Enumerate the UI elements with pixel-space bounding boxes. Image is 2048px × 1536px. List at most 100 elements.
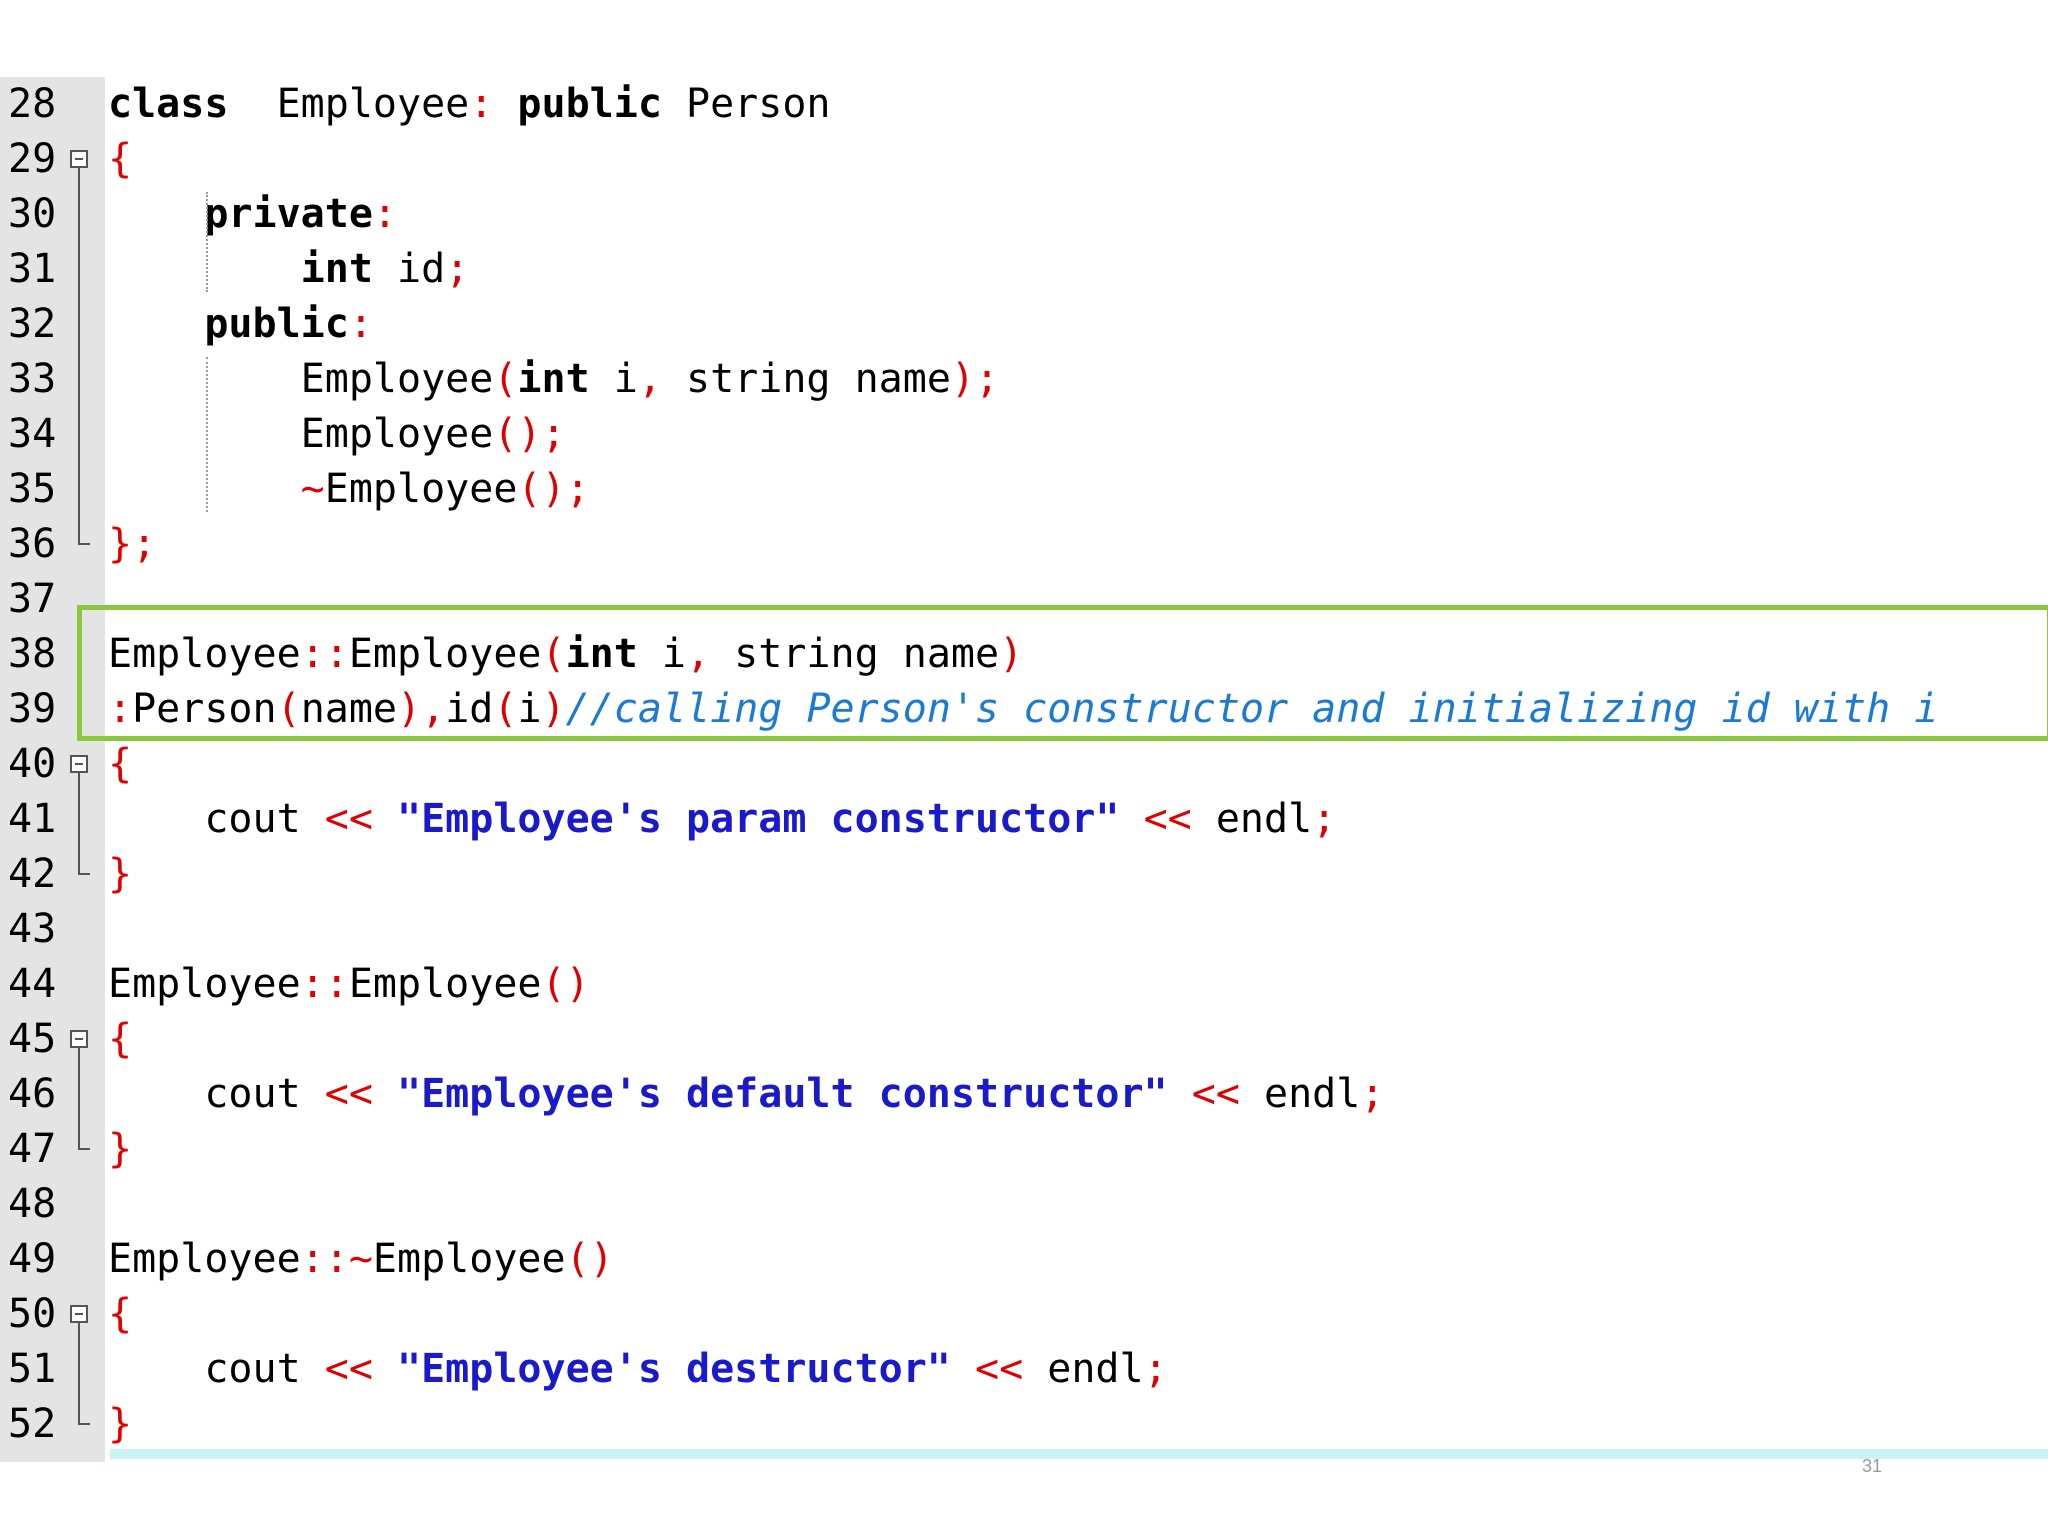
line-number: 51 — [8, 1346, 57, 1392]
line-number: 33 — [8, 356, 57, 402]
code-line: 45 { — [0, 1012, 2048, 1067]
code-text: public: — [108, 297, 373, 352]
code-token: ( — [493, 356, 518, 402]
code-token: cout — [108, 796, 325, 842]
code-line: 49 Employee::~Employee() — [0, 1232, 2048, 1287]
line-number: 40 — [8, 741, 57, 787]
code-token: Employee — [228, 81, 470, 127]
code-token: "Employee's param constructor" — [372, 796, 1120, 842]
fold-end-marker — [78, 861, 90, 875]
line-number: 43 — [8, 906, 57, 952]
line-number: 35 — [8, 466, 57, 512]
code-line: 52} — [0, 1397, 2048, 1452]
code-token: } — [108, 851, 133, 897]
code-line: 51 cout << "Employee's destructor" << en… — [0, 1342, 2048, 1397]
code-token: Employee — [324, 466, 518, 512]
code-line: 44 Employee::Employee() — [0, 957, 2048, 1012]
code-token: int — [300, 246, 373, 292]
code-token: (); — [493, 411, 566, 457]
line-number: 36 — [8, 521, 57, 567]
code-line: 29 { — [0, 132, 2048, 187]
fold-end-marker — [78, 531, 90, 545]
code-line: 46 cout << "Employee's default construct… — [0, 1067, 2048, 1122]
code-line: 50 { — [0, 1287, 2048, 1342]
code-line: 47} — [0, 1122, 2048, 1177]
fold-toggle-icon[interactable] — [70, 150, 88, 168]
code-text: { — [108, 1287, 132, 1342]
line-number: 32 — [8, 301, 57, 347]
code-text: int id; — [108, 242, 470, 297]
code-line: 28 class Employee: public Person — [0, 77, 2048, 132]
code-editor[interactable]: 28 class Employee: public Person 29 {30 pri… — [0, 77, 2048, 1462]
code-line: 35 ~Employee(); — [0, 462, 2048, 517]
line-number: 42 — [8, 851, 57, 897]
code-token: , — [637, 356, 662, 402]
page-number: 31 — [1862, 1456, 1883, 1476]
code-line: 43 — [0, 902, 2048, 957]
code-text: Employee::Employee() — [108, 957, 590, 1012]
code-text: } — [108, 1397, 132, 1452]
code-token: public — [204, 301, 349, 347]
code-line: 41 cout << "Employee's param constructor… — [0, 792, 2048, 847]
code-token: Employee — [372, 1236, 566, 1282]
code-text: }; — [108, 517, 156, 572]
indent-guide — [206, 192, 208, 292]
code-token: () — [565, 1236, 614, 1282]
code-text: { — [108, 737, 132, 792]
code-token: ); — [950, 356, 1000, 402]
code-token: << — [324, 1346, 373, 1392]
code-token: { — [108, 1016, 133, 1062]
code-token: ; — [1360, 1071, 1385, 1117]
code-token: Employee — [108, 961, 301, 1007]
fold-end-marker — [78, 1411, 90, 1425]
code-text: ~Employee(); — [108, 462, 590, 517]
code-line: 42} — [0, 847, 2048, 902]
line-number: 28 — [8, 81, 57, 127]
code-text: Employee(); — [108, 407, 566, 462]
code-token: ; — [1312, 796, 1337, 842]
line-number: 49 — [8, 1236, 57, 1282]
code-token: Employee — [108, 356, 494, 402]
fold-toggle-icon[interactable] — [70, 1030, 88, 1048]
code-token: } — [108, 1401, 133, 1447]
code-line: 48 — [0, 1177, 2048, 1232]
line-number: 39 — [8, 686, 57, 732]
fold-line — [78, 1323, 80, 1421]
code-token: :: — [300, 1236, 349, 1282]
line-number: 38 — [8, 631, 57, 677]
line-number: 45 — [8, 1016, 57, 1062]
line-number: 48 — [8, 1181, 57, 1227]
code-text: Employee::~Employee() — [108, 1232, 614, 1287]
line-number: 52 — [8, 1401, 57, 1447]
line-number: 50 — [8, 1291, 57, 1337]
code-token: ~ — [300, 466, 325, 512]
fold-end-marker — [78, 1136, 90, 1150]
slide-bottom-band — [110, 1449, 2048, 1459]
code-token: private — [204, 191, 373, 237]
code-line: 34 Employee(); — [0, 407, 2048, 462]
fold-line — [78, 1048, 80, 1146]
code-text: { — [108, 132, 132, 187]
code-token: Employee — [108, 411, 494, 457]
code-text: class Employee: public Person — [108, 77, 831, 132]
code-token: << — [974, 1346, 1024, 1392]
fold-toggle-icon[interactable] — [70, 755, 88, 773]
code-line: 30 private: — [0, 187, 2048, 242]
line-number: 31 — [8, 246, 57, 292]
code-token: Person — [661, 81, 831, 127]
code-token: Employee — [108, 1236, 301, 1282]
code-token: << — [1143, 796, 1192, 842]
code-token: << — [1191, 1071, 1240, 1117]
fold-line — [78, 773, 80, 871]
fold-toggle-icon[interactable] — [70, 1305, 88, 1323]
code-line: 31 int id; — [0, 242, 2048, 297]
code-text: private: — [108, 187, 397, 242]
code-token: class — [108, 81, 229, 127]
code-text: } — [108, 847, 132, 902]
line-number: 30 — [8, 191, 57, 237]
code-token: endl — [1023, 1346, 1144, 1392]
